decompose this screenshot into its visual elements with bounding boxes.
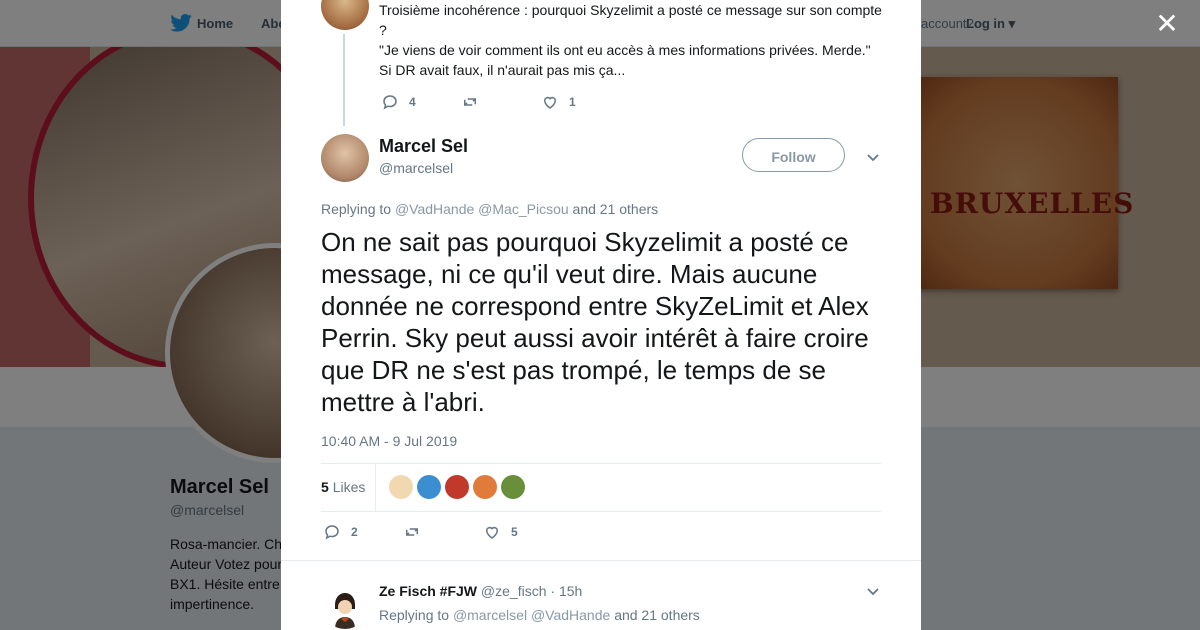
like-button[interactable]: 1 [541, 93, 576, 111]
prev-tweet-avatar[interactable] [321, 0, 369, 30]
replying-prefix: Replying to [379, 607, 450, 623]
likes-row: 5 Likes [321, 463, 881, 512]
author-name[interactable]: Marcel Sel [379, 136, 468, 157]
retweet-button[interactable] [461, 93, 489, 111]
like-button[interactable]: 5 [483, 523, 518, 541]
reply-replying-to: Replying to @marcelsel @VadHande and 21 … [379, 607, 700, 623]
tweet-modal: Troisième incohérence : pourquoi Skyzeli… [281, 0, 921, 630]
reply-button[interactable]: 4 [381, 93, 416, 111]
likes-label: Likes [332, 479, 366, 495]
tweet-text: On ne sait pas pourquoi Skyzelimit a pos… [321, 227, 869, 417]
reply-author-handle: @ze_fisch [480, 583, 547, 599]
retweet-icon [406, 528, 418, 536]
chevron-down-icon[interactable] [865, 583, 881, 599]
divider [375, 464, 376, 511]
likes-summary[interactable]: 5 Likes [321, 479, 365, 495]
mention-link[interactable]: @marcelsel [453, 607, 527, 623]
liker-avatar[interactable] [473, 475, 497, 499]
mention-link[interactable]: @VadHande [395, 201, 474, 217]
reply-author-avatar[interactable] [323, 585, 367, 629]
close-icon[interactable]: ✕ [1152, 10, 1182, 40]
like-count: 1 [569, 95, 576, 109]
author-handle[interactable]: @marcelsel [379, 160, 453, 176]
mention-link[interactable]: @Mac_Picsou [478, 201, 568, 217]
others-link[interactable]: and 21 others [614, 607, 700, 623]
chevron-down-icon[interactable] [865, 149, 881, 165]
reply-count: 2 [351, 525, 358, 539]
replying-to: Replying to @VadHande @Mac_Picsou and 21… [321, 201, 658, 217]
others-link[interactable]: and 21 others [573, 201, 659, 217]
prev-tweet-line: Si DR avait faux, il n'aurait pas mis ça… [379, 62, 626, 78]
replying-prefix: Replying to [321, 201, 392, 217]
reply-button[interactable]: 2 [323, 523, 358, 541]
reply-icon [383, 95, 397, 110]
like-count: 5 [511, 525, 518, 539]
reply-count: 4 [409, 95, 416, 109]
prev-tweet-line: Troisième incohérence : pourquoi Skyzeli… [379, 2, 882, 38]
thread-line [343, 34, 345, 126]
divider [281, 560, 921, 561]
heart-icon [485, 526, 499, 539]
likes-number: 5 [321, 479, 329, 495]
reply-time: · 15h [550, 583, 583, 599]
retweet-icon [464, 98, 476, 106]
liker-avatar[interactable] [501, 475, 525, 499]
mention-link[interactable]: @VadHande [531, 607, 610, 623]
prev-tweet-line: "Je viens de voir comment ils ont eu acc… [379, 42, 871, 58]
tweet-timestamp[interactable]: 10:40 AM - 9 Jul 2019 [321, 433, 457, 449]
author-avatar[interactable] [321, 134, 369, 182]
reply-author-line[interactable]: Ze Fisch #FJW @ze_fisch · 15h [379, 583, 582, 599]
reply-author-name: Ze Fisch #FJW [379, 583, 478, 599]
heart-icon [543, 96, 557, 109]
liker-avatar[interactable] [389, 475, 413, 499]
prev-tweet-text: Troisième incohérence : pourquoi Skyzeli… [379, 0, 889, 80]
follow-button[interactable]: Follow [742, 138, 845, 172]
liker-avatar[interactable] [445, 475, 469, 499]
liker-avatar[interactable] [417, 475, 441, 499]
reply-icon [325, 525, 339, 540]
retweet-button[interactable] [403, 523, 431, 541]
